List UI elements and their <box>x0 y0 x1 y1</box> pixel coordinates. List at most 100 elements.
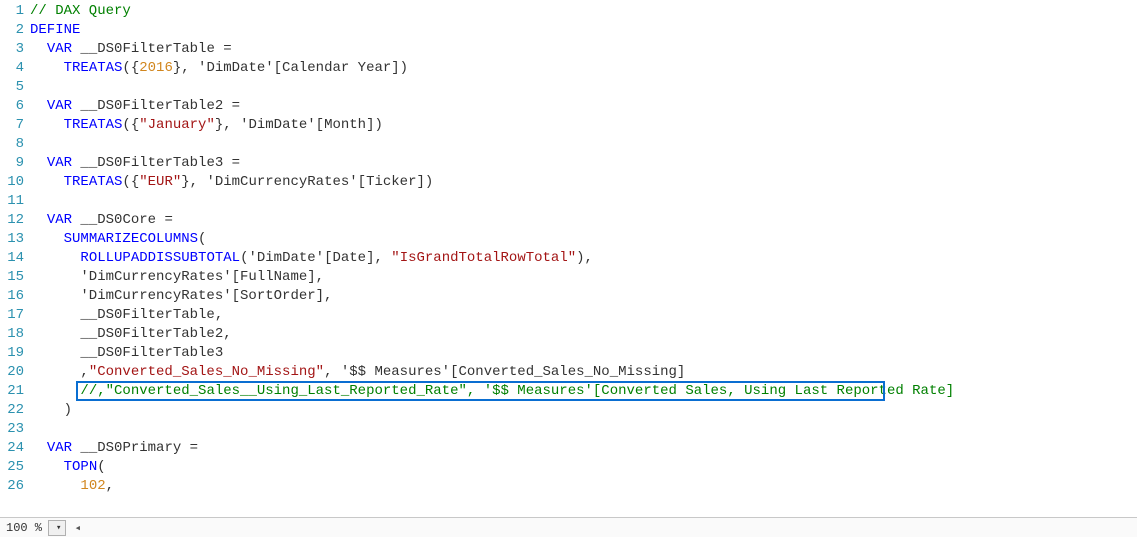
code-line[interactable]: VAR __DS0Core = <box>30 211 1137 230</box>
code-line[interactable]: VAR __DS0FilterTable3 = <box>30 154 1137 173</box>
code-token <box>30 231 64 247</box>
code-line[interactable]: // DAX Query <box>30 2 1137 21</box>
code-token: "IsGrandTotalRowTotal" <box>391 250 576 266</box>
code-token <box>30 250 80 266</box>
zoom-dropdown[interactable]: ▾ <box>48 520 66 536</box>
code-token: TREATAS <box>64 60 123 76</box>
code-line[interactable]: 'DimCurrencyRates'[FullName], <box>30 268 1137 287</box>
code-token <box>30 174 64 190</box>
code-token <box>30 212 47 228</box>
code-token: }, 'DimDate'[Calendar Year]) <box>173 60 408 76</box>
code-line[interactable] <box>30 135 1137 154</box>
code-line[interactable]: VAR __DS0FilterTable2 = <box>30 97 1137 116</box>
code-token: }, 'DimDate'[Month]) <box>215 117 383 133</box>
line-number: 23 <box>0 420 24 439</box>
code-line[interactable]: 'DimCurrencyRates'[SortOrder], <box>30 287 1137 306</box>
code-line[interactable]: TREATAS({2016}, 'DimDate'[Calendar Year]… <box>30 59 1137 78</box>
line-number: 7 <box>0 116 24 135</box>
code-line[interactable]: VAR __DS0FilterTable = <box>30 40 1137 59</box>
code-line[interactable] <box>30 420 1137 439</box>
code-line[interactable]: __DS0FilterTable, <box>30 306 1137 325</box>
code-token <box>30 98 47 114</box>
line-number: 15 <box>0 268 24 287</box>
line-number: 1 <box>0 2 24 21</box>
code-token: "January" <box>139 117 215 133</box>
line-number: 6 <box>0 97 24 116</box>
code-token <box>30 478 80 494</box>
code-token <box>30 383 80 399</box>
code-token: , '$$ Measures'[Converted_Sales_No_Missi… <box>324 364 685 380</box>
code-line[interactable]: DEFINE <box>30 21 1137 40</box>
code-token: __DS0FilterTable2 = <box>72 98 240 114</box>
code-line[interactable]: VAR __DS0Primary = <box>30 439 1137 458</box>
code-editor[interactable]: 1234567891011121314151617181920212223242… <box>0 0 1137 517</box>
code-line[interactable]: //,"Converted_Sales__Using_Last_Reported… <box>30 382 1137 401</box>
code-token <box>30 60 64 76</box>
line-number: 22 <box>0 401 24 420</box>
line-number: 12 <box>0 211 24 230</box>
code-line[interactable] <box>30 78 1137 97</box>
line-number: 24 <box>0 439 24 458</box>
code-token: __DS0FilterTable2, <box>30 326 232 342</box>
code-token: TREATAS <box>64 117 123 133</box>
code-token: ( <box>198 231 206 247</box>
line-number: 2 <box>0 21 24 40</box>
code-token: __DS0FilterTable3 = <box>72 155 240 171</box>
chevron-down-icon: ▾ <box>56 523 61 533</box>
code-token <box>30 41 47 57</box>
code-token: ({ <box>122 174 139 190</box>
code-token: __DS0Core = <box>72 212 173 228</box>
line-number: 4 <box>0 59 24 78</box>
code-token: ({ <box>122 60 139 76</box>
code-token <box>30 459 64 475</box>
line-number: 19 <box>0 344 24 363</box>
code-line[interactable] <box>30 192 1137 211</box>
code-token: __DS0FilterTable3 <box>30 345 223 361</box>
code-token: __DS0FilterTable = <box>72 41 232 57</box>
code-token: VAR <box>47 98 72 114</box>
code-token: 2016 <box>139 60 173 76</box>
code-token: "EUR" <box>139 174 181 190</box>
code-token: ({ <box>122 117 139 133</box>
code-token: TOPN <box>64 459 98 475</box>
line-number: 3 <box>0 40 24 59</box>
code-token: ), <box>576 250 593 266</box>
line-number: 11 <box>0 192 24 211</box>
line-number: 10 <box>0 173 24 192</box>
scroll-left-button[interactable]: ◂ <box>74 521 81 535</box>
code-token: , <box>30 364 89 380</box>
code-token: }, 'DimCurrencyRates'[Ticker]) <box>181 174 433 190</box>
code-line[interactable]: ROLLUPADDISSUBTOTAL('DimDate'[Date], "Is… <box>30 249 1137 268</box>
code-token: DEFINE <box>30 22 80 38</box>
code-line[interactable]: SUMMARIZECOLUMNS( <box>30 230 1137 249</box>
code-token: ( <box>97 459 105 475</box>
code-token: TREATAS <box>64 174 123 190</box>
code-line[interactable]: __DS0FilterTable3 <box>30 344 1137 363</box>
code-line[interactable]: ,"Converted_Sales_No_Missing", '$$ Measu… <box>30 363 1137 382</box>
code-token <box>30 440 47 456</box>
code-line[interactable]: 102, <box>30 477 1137 496</box>
code-token: VAR <box>47 155 72 171</box>
line-number: 14 <box>0 249 24 268</box>
code-token: ROLLUPADDISSUBTOTAL <box>80 250 240 266</box>
status-bar: 100 % ▾ ◂ <box>0 517 1137 537</box>
code-area[interactable]: // DAX Query DEFINE VAR __DS0FilterTable … <box>30 0 1137 517</box>
code-line[interactable]: TREATAS({"January"}, 'DimDate'[Month]) <box>30 116 1137 135</box>
line-number: 13 <box>0 230 24 249</box>
line-number: 17 <box>0 306 24 325</box>
code-line[interactable]: TREATAS({"EUR"}, 'DimCurrencyRates'[Tick… <box>30 173 1137 192</box>
code-token: ) <box>30 402 72 418</box>
code-token: __DS0FilterTable, <box>30 307 223 323</box>
code-token: // DAX Query <box>30 3 131 19</box>
line-number: 26 <box>0 477 24 496</box>
code-token: "Converted_Sales_No_Missing" <box>89 364 324 380</box>
code-token: SUMMARIZECOLUMNS <box>64 231 198 247</box>
code-token: VAR <box>47 212 72 228</box>
code-line[interactable]: ) <box>30 401 1137 420</box>
line-number: 5 <box>0 78 24 97</box>
code-token: __DS0Primary = <box>72 440 198 456</box>
line-number: 9 <box>0 154 24 173</box>
code-line[interactable]: TOPN( <box>30 458 1137 477</box>
line-number-gutter: 1234567891011121314151617181920212223242… <box>0 0 30 517</box>
code-line[interactable]: __DS0FilterTable2, <box>30 325 1137 344</box>
